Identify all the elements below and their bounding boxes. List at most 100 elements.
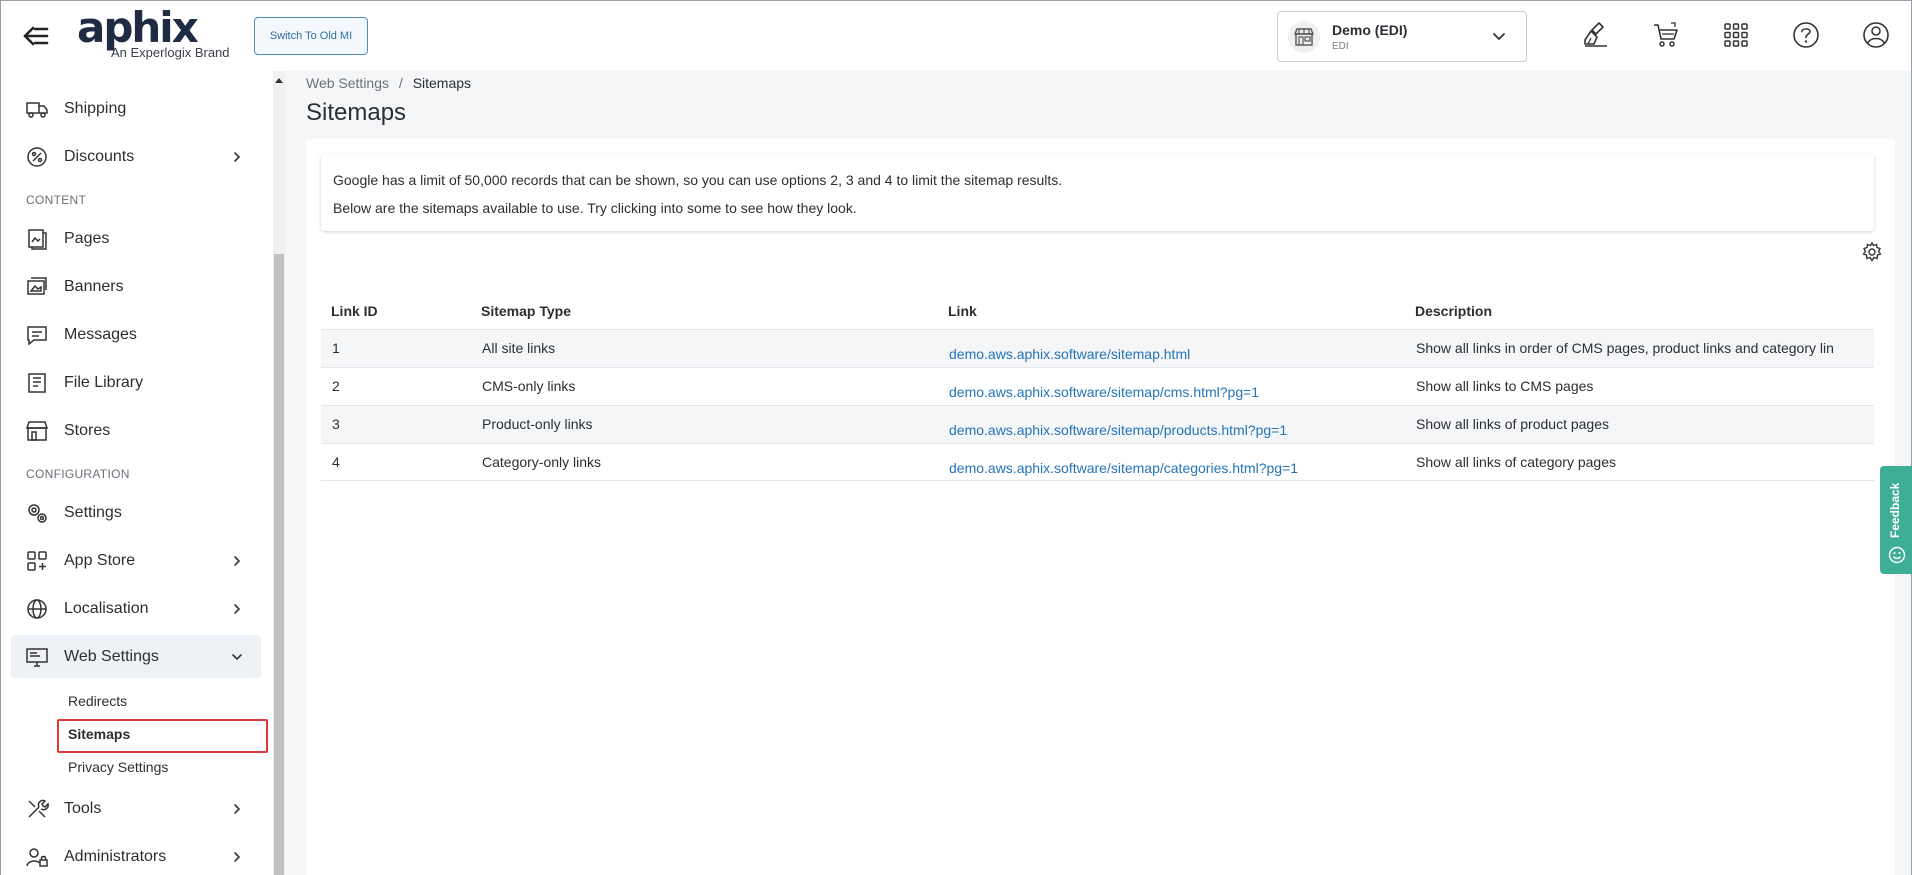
- info-text-limit: Google has a limit of 50,000 records tha…: [333, 172, 1063, 188]
- chevron-down-icon: [231, 650, 243, 662]
- chevron-right-icon: [231, 802, 243, 814]
- sidebar-item-file-library[interactable]: File Library: [11, 361, 261, 404]
- info-text-available: Below are the sitemaps available to use.…: [333, 200, 857, 216]
- cell-link-id: 3: [332, 416, 340, 432]
- table-settings-gear-icon[interactable]: [1861, 241, 1883, 263]
- feedback-tab[interactable]: Feedback: [1880, 466, 1912, 574]
- store-subtitle: EDI: [1332, 41, 1349, 52]
- gears-icon: [25, 501, 49, 525]
- table-row[interactable]: 3 Product-only links demo.aws.aphix.soft…: [321, 405, 1874, 443]
- sidebar-item-label: Messages: [64, 325, 137, 343]
- storefront-icon: [1288, 21, 1320, 53]
- table-row[interactable]: 1 All site links demo.aws.aphix.software…: [321, 329, 1874, 367]
- breadcrumb-separator: /: [398, 75, 403, 91]
- column-header-sitemap-type[interactable]: Sitemap Type: [481, 303, 571, 319]
- cell-description: Show all links of product pages: [1416, 416, 1609, 432]
- store-name: Demo (EDI): [1332, 22, 1408, 38]
- help-icon[interactable]: [1791, 20, 1821, 50]
- sidebar-item-label: Banners: [64, 277, 124, 295]
- sidebar-item-tools[interactable]: Tools: [11, 787, 261, 830]
- sitemaps-panel: Google has a limit of 50,000 records tha…: [306, 139, 1895, 875]
- sitemap-link[interactable]: demo.aws.aphix.software/sitemap.html: [949, 346, 1190, 362]
- sidebar-scroll-thumb[interactable]: [274, 254, 284, 875]
- top-header: aphix An Experlogix Brand Switch To Old …: [1, 1, 1911, 71]
- sidebar-subitem-privacy-settings[interactable]: Privacy Settings: [68, 759, 168, 775]
- cell-sitemap-type: Category-only links: [482, 454, 602, 470]
- sidebar-item-label: Shipping: [64, 99, 127, 117]
- store-icon: [25, 419, 49, 443]
- section-title-configuration: CONFIGURATION: [26, 467, 130, 481]
- cart-icon[interactable]: [1651, 20, 1681, 50]
- store-selector[interactable]: Demo (EDI) EDI: [1277, 11, 1527, 62]
- app-store-icon: [25, 549, 49, 573]
- tools-icon: [25, 797, 49, 821]
- cell-link-id: 2: [332, 378, 340, 394]
- switch-to-old-mi-button[interactable]: Switch To Old MI: [254, 17, 368, 55]
- column-header-description[interactable]: Description: [1415, 303, 1492, 319]
- truck-icon: [25, 97, 49, 121]
- table-row[interactable]: 2 CMS-only links demo.aws.aphix.software…: [321, 367, 1874, 405]
- cell-sitemap-type: Product-only links: [482, 416, 593, 432]
- chevron-right-icon: [231, 850, 243, 862]
- sidebar-item-label: Tools: [64, 799, 102, 817]
- sitemaps-table: Link ID Sitemap Type Link Description 1 …: [321, 289, 1874, 481]
- discount-icon: [25, 145, 49, 169]
- cell-description: Show all links in order of CMS pages, pr…: [1416, 340, 1834, 356]
- logo-tagline: An Experlogix Brand: [111, 45, 230, 60]
- clear-cache-broom-icon[interactable]: [1581, 20, 1611, 50]
- aphix-logo[interactable]: aphix An Experlogix Brand: [77, 3, 247, 63]
- sidebar-item-messages[interactable]: Messages: [11, 313, 261, 356]
- sidebar-item-app-store[interactable]: App Store: [11, 539, 261, 582]
- breadcrumb-web-settings[interactable]: Web Settings: [306, 75, 389, 91]
- sidebar-subitem-redirects[interactable]: Redirects: [68, 693, 127, 709]
- page-title: Sitemaps: [306, 99, 407, 126]
- sitemap-link[interactable]: demo.aws.aphix.software/sitemap/categori…: [949, 460, 1298, 476]
- main-content: Web Settings / Sitemaps Sitemaps Google …: [285, 71, 1911, 875]
- smiley-icon: [1888, 546, 1906, 564]
- sidebar-item-administrators[interactable]: Administrators: [11, 835, 261, 875]
- banner-icon: [25, 275, 49, 299]
- apps-grid-icon[interactable]: [1721, 20, 1751, 50]
- chevron-down-icon: [1492, 29, 1506, 43]
- monitor-icon: [25, 645, 49, 669]
- sidebar-item-label: Localisation: [64, 599, 149, 617]
- sidebar-item-banners[interactable]: Banners: [11, 265, 261, 308]
- chevron-right-icon: [231, 150, 243, 162]
- column-header-link-id[interactable]: Link ID: [331, 303, 378, 319]
- admin-icon: [25, 845, 49, 869]
- section-title-content: CONTENT: [26, 193, 87, 207]
- sidebar-item-label: Settings: [64, 503, 122, 521]
- sidebar-item-settings[interactable]: Settings: [11, 491, 261, 534]
- column-header-link[interactable]: Link: [948, 303, 977, 319]
- cell-link-id: 4: [332, 454, 340, 470]
- scroll-up-arrow-icon[interactable]: [275, 73, 283, 83]
- message-icon: [25, 323, 49, 347]
- info-box: Google has a limit of 50,000 records tha…: [321, 154, 1874, 231]
- sidebar-item-pages[interactable]: Pages: [11, 217, 261, 260]
- chevron-right-icon: [231, 554, 243, 566]
- cell-description: Show all links to CMS pages: [1416, 378, 1594, 394]
- sitemap-link[interactable]: demo.aws.aphix.software/sitemap/products…: [949, 422, 1287, 438]
- cell-link-id: 1: [332, 340, 340, 356]
- sidebar-item-label: Administrators: [64, 847, 167, 865]
- sidebar-item-shipping[interactable]: Shipping: [11, 87, 261, 130]
- user-profile-icon[interactable]: [1861, 20, 1891, 50]
- cell-sitemap-type: All site links: [482, 340, 556, 356]
- sidebar-item-label: Pages: [64, 229, 110, 247]
- breadcrumb: Web Settings / Sitemaps: [306, 75, 471, 91]
- sidebar-item-localisation[interactable]: Localisation: [11, 587, 261, 630]
- feedback-label: Feedback: [1888, 482, 1902, 538]
- sidebar-item-label: Discounts: [64, 147, 135, 165]
- sidebar-subitem-sitemaps[interactable]: Sitemaps: [68, 726, 130, 742]
- sidebar-item-web-settings[interactable]: Web Settings: [11, 635, 261, 678]
- cell-sitemap-type: CMS-only links: [482, 378, 576, 394]
- file-library-icon: [25, 371, 49, 395]
- sidebar-item-discounts[interactable]: Discounts: [11, 135, 261, 178]
- table-header: Link ID Sitemap Type Link Description: [321, 289, 1874, 329]
- globe-icon: [25, 597, 49, 621]
- sidebar-item-label: Web Settings: [64, 647, 159, 665]
- collapse-menu-icon[interactable]: [21, 23, 51, 49]
- sitemap-link[interactable]: demo.aws.aphix.software/sitemap/cms.html…: [949, 384, 1259, 400]
- sidebar-item-stores[interactable]: Stores: [11, 409, 261, 452]
- table-row[interactable]: 4 Category-only links demo.aws.aphix.sof…: [321, 443, 1874, 481]
